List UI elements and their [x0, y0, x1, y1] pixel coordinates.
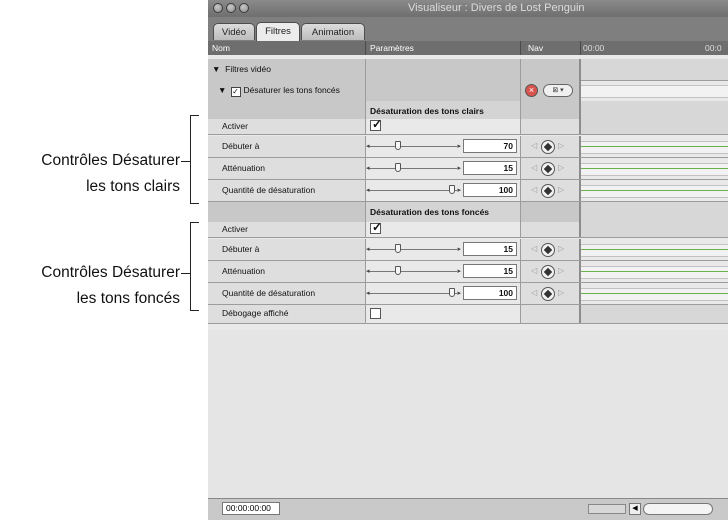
dark-softness-label: Atténuation	[222, 266, 266, 276]
dark-enable-row: Activer ✓	[208, 220, 581, 238]
empty-parameter-area	[208, 330, 728, 498]
column-name: Nom	[212, 43, 230, 53]
light-amount-label: Quantité de désaturation	[222, 185, 316, 195]
title-bar[interactable]: Visualiseur : Divers de Lost Penguin	[208, 0, 728, 18]
video-filters-label: ▼ Filtres vidéo	[212, 64, 271, 74]
light-amount-row: Quantité de désaturation ◂ ▸ 100 ◁ ▷	[208, 180, 581, 202]
dark-softness-slider[interactable]: ◂ ▸	[366, 266, 461, 275]
tab-filters[interactable]: Filtres	[256, 22, 300, 41]
light-start-slider[interactable]: ◂ ▸	[366, 141, 461, 150]
dark-amount-value[interactable]: 100	[463, 286, 517, 300]
section-light-title: Désaturation des tons clairs	[370, 106, 484, 116]
dark-amount-row: Quantité de désaturation ◂ ▸ 100 ◁ ▷	[208, 283, 581, 305]
light-softness-slider[interactable]: ◂ ▸	[366, 163, 461, 172]
remove-filter-icon[interactable]: ×	[525, 84, 538, 97]
timecode-field[interactable]: 00:00:00:00	[222, 502, 280, 515]
light-start-row: Débuter à ◂ ▸ 70 ◁ ▷	[208, 136, 581, 158]
zoom-window-button[interactable]	[239, 3, 249, 13]
callout-dark-line2: les tons foncés	[76, 290, 180, 307]
dark-start-label: Débuter à	[222, 244, 260, 254]
close-window-button[interactable]	[213, 3, 223, 13]
tab-bar: Vidéo Filtres Animation	[208, 17, 728, 41]
callout-light-line2: les tons clairs	[86, 178, 180, 195]
light-amount-keyframe-button[interactable]	[541, 184, 555, 198]
dark-amount-keyframe-button[interactable]	[541, 287, 555, 301]
scroll-left-arrow[interactable]: ◀	[629, 503, 641, 515]
light-amount-value[interactable]: 100	[463, 183, 517, 197]
light-start-label: Débuter à	[222, 141, 260, 151]
section-dark-header: Désaturation des tons foncés	[208, 202, 581, 224]
light-start-value[interactable]: 70	[463, 139, 517, 153]
horizontal-scrollbar[interactable]	[643, 503, 713, 515]
dark-start-value[interactable]: 15	[463, 242, 517, 256]
viewer-window: Visualiseur : Divers de Lost Penguin Vid…	[208, 0, 728, 520]
callout-dark-line1: Contrôles Désaturer	[41, 264, 180, 281]
filter-menu-button[interactable]: ⊠ ▾	[543, 84, 573, 97]
dark-softness-row: Atténuation ◂ ▸ 15 ◁ ▷	[208, 261, 581, 283]
zoom-slider[interactable]	[588, 504, 626, 514]
light-amount-slider[interactable]: ◂ ▸	[366, 185, 461, 194]
status-bar: 00:00:00:00 ◀	[208, 498, 728, 520]
dark-amount-label: Quantité de désaturation	[222, 288, 316, 298]
column-nav: Nav	[528, 43, 544, 53]
column-params: Paramètres	[370, 43, 414, 53]
dark-start-slider[interactable]: ◂ ▸	[366, 244, 461, 253]
callout-dark-bracket	[190, 222, 199, 311]
light-softness-value[interactable]: 15	[463, 161, 517, 175]
light-softness-keyframe-button[interactable]	[541, 162, 555, 176]
dark-enable-checkbox[interactable]: ✓	[370, 220, 382, 234]
minimize-window-button[interactable]	[226, 3, 236, 13]
tab-animation[interactable]: Animation	[301, 23, 365, 40]
callout-light-bracket	[190, 115, 199, 204]
light-enable-row: Activer ✓	[208, 117, 581, 135]
dark-softness-value[interactable]: 15	[463, 264, 517, 278]
light-enable-checkbox[interactable]: ✓	[370, 117, 382, 131]
column-header: Nom Paramètres Nav 00:00 00:0	[208, 41, 728, 55]
window-title: Visualiseur : Divers de Lost Penguin	[408, 2, 585, 14]
timeline-mark: 00:0	[705, 43, 722, 53]
light-softness-row: Atténuation ◂ ▸ 15 ◁ ▷	[208, 158, 581, 180]
dark-start-row: Débuter à ◂ ▸ 15 ◁ ▷	[208, 239, 581, 261]
light-softness-label: Atténuation	[222, 163, 266, 173]
dark-start-keyframe-button[interactable]	[541, 243, 555, 257]
timeline-start: 00:00	[583, 43, 605, 53]
debug-row: Débogage affiché	[208, 305, 581, 324]
tab-video[interactable]: Vidéo	[213, 23, 255, 40]
debug-checkbox[interactable]	[370, 308, 381, 319]
dark-amount-slider[interactable]: ◂ ▸	[366, 288, 461, 297]
filter-header-row[interactable]: ▼ ✓ Désaturer les tons foncés × ⊠ ▾	[208, 80, 581, 102]
callout-light-line1: Contrôles Désaturer	[41, 152, 180, 169]
section-dark-title: Désaturation des tons foncés	[370, 207, 490, 217]
debug-label: Débogage affiché	[222, 308, 289, 318]
light-start-keyframe-button[interactable]	[541, 140, 555, 154]
filter-name-label: ▼ ✓ Désaturer les tons foncés	[218, 85, 340, 97]
light-enable-label: Activer	[222, 121, 248, 131]
dark-enable-label: Activer	[222, 224, 248, 234]
video-filters-group-row[interactable]: ▼ Filtres vidéo	[208, 59, 581, 81]
dark-softness-keyframe-button[interactable]	[541, 265, 555, 279]
